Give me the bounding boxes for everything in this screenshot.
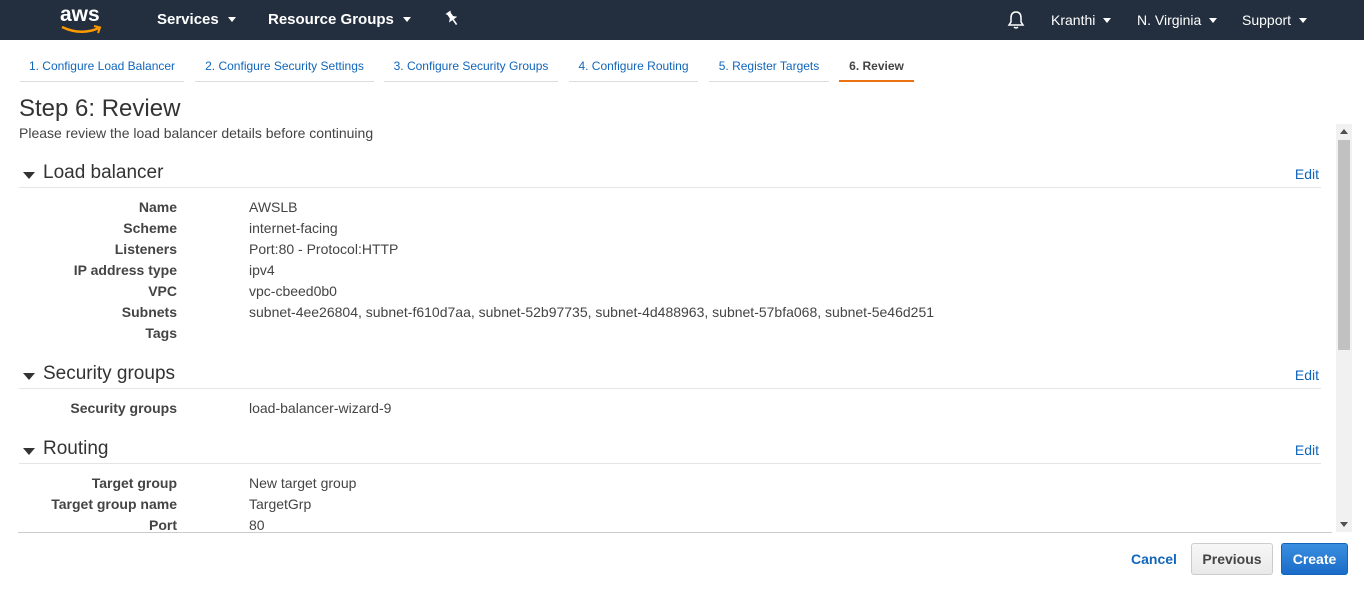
detail-key: Subnets xyxy=(121,304,177,320)
detail-key: Listeners xyxy=(114,241,177,257)
aws-smile-icon xyxy=(61,25,102,34)
services-menu[interactable]: Services xyxy=(157,11,236,28)
detail-value: Port:80 - Protocol:HTTP xyxy=(249,241,399,257)
detail-value: 80 xyxy=(249,517,265,533)
tab-configure-load-balancer[interactable]: 1. Configure Load Balancer xyxy=(20,50,184,82)
detail-key: IP address type xyxy=(73,262,177,278)
detail-row: Subnets subnet-4ee26804, subnet-f610d7aa,… xyxy=(0,304,1300,325)
aws-logo-text: aws xyxy=(60,3,100,26)
detail-key: Port xyxy=(149,517,177,533)
chevron-down-icon xyxy=(227,17,236,22)
routing-section-title: Routing xyxy=(43,438,109,459)
routing-section-header[interactable]: Routing Edit xyxy=(19,438,1321,464)
detail-row: Target group name TargetGrp xyxy=(0,496,1300,517)
previous-button[interactable]: Previous xyxy=(1191,543,1273,575)
security-groups-section-header[interactable]: Security groups Edit xyxy=(19,363,1321,389)
chevron-down-icon xyxy=(402,17,411,22)
page-title: Step 6: Review xyxy=(19,95,181,122)
resource-groups-menu[interactable]: Resource Groups xyxy=(268,11,411,28)
tab-configure-security-groups[interactable]: 3. Configure Security Groups xyxy=(384,50,558,82)
detail-row: Security groups load-balancer-wizard-9 xyxy=(0,400,1300,421)
tab-configure-routing[interactable]: 4. Configure Routing xyxy=(569,50,698,82)
tab-review[interactable]: 6. Review xyxy=(839,50,914,82)
detail-row: Scheme internet-facing xyxy=(0,220,1300,241)
services-label: Services xyxy=(157,11,219,28)
resource-groups-label: Resource Groups xyxy=(268,11,394,28)
vertical-scrollbar[interactable] xyxy=(1336,124,1352,532)
scroll-area-bottom-divider xyxy=(18,532,1332,533)
pin-icon[interactable] xyxy=(444,10,460,33)
detail-key: Scheme xyxy=(123,220,177,236)
edit-routing-link[interactable]: Edit xyxy=(1295,442,1319,458)
detail-row: Port 80 xyxy=(0,517,1300,533)
edit-load-balancer-link[interactable]: Edit xyxy=(1295,166,1319,182)
load-balancer-section-title: Load balancer xyxy=(43,162,164,183)
scroll-down-arrow-icon[interactable] xyxy=(1340,522,1348,527)
detail-key: Security groups xyxy=(70,400,177,416)
load-balancer-section-header[interactable]: Load balancer Edit xyxy=(19,162,1321,188)
detail-value: subnet-4ee26804, subnet-f610d7aa, subnet… xyxy=(249,304,935,320)
detail-key: Target group xyxy=(91,475,177,491)
collapse-triangle-icon[interactable] xyxy=(23,448,35,455)
region-menu[interactable]: N. Virginia xyxy=(1137,12,1218,28)
detail-row: Name AWSLB xyxy=(0,199,1300,220)
top-navbar: aws Services Resource Groups Kranthi N. … xyxy=(0,0,1364,40)
detail-value: TargetGrp xyxy=(249,496,312,512)
edit-security-groups-link[interactable]: Edit xyxy=(1295,367,1319,383)
review-scroll-area[interactable]: Load balancer Edit Name AWSLB Scheme inter… xyxy=(0,150,1364,533)
support-label: Support xyxy=(1242,12,1292,28)
scrollbar-thumb[interactable] xyxy=(1338,140,1350,350)
collapse-triangle-icon[interactable] xyxy=(23,373,35,380)
detail-value: New target group xyxy=(249,475,357,491)
detail-row: Listeners Port:80 - Protocol:HTTP xyxy=(0,241,1300,262)
user-name: Kranthi xyxy=(1051,12,1096,28)
support-menu[interactable]: Support xyxy=(1242,12,1308,28)
page-subtitle: Please review the load balancer details … xyxy=(19,125,374,141)
aws-logo[interactable]: aws xyxy=(60,3,104,37)
cancel-button[interactable]: Cancel xyxy=(1122,543,1186,575)
detail-value: load-balancer-wizard-9 xyxy=(249,400,392,416)
tab-configure-security-settings[interactable]: 2. Configure Security Settings xyxy=(195,50,374,82)
detail-row: IP address type ipv4 xyxy=(0,262,1300,283)
collapse-triangle-icon[interactable] xyxy=(23,172,35,179)
detail-value: ipv4 xyxy=(249,262,275,278)
security-groups-section-title: Security groups xyxy=(43,363,176,384)
tab-register-targets[interactable]: 5. Register Targets xyxy=(709,50,829,82)
chevron-down-icon xyxy=(1299,18,1308,23)
detail-row: Tags xyxy=(0,325,1300,346)
detail-key: Target group name xyxy=(51,496,177,512)
chevron-down-icon xyxy=(1103,18,1112,23)
region-name: N. Virginia xyxy=(1137,12,1202,28)
detail-value: AWSLB xyxy=(249,199,298,215)
chevron-down-icon xyxy=(1209,18,1218,23)
user-menu[interactable]: Kranthi xyxy=(1051,12,1112,28)
detail-key: Tags xyxy=(145,325,177,341)
detail-value: vpc-cbeed0b0 xyxy=(249,283,337,299)
create-button[interactable]: Create xyxy=(1281,543,1348,575)
detail-row: VPC vpc-cbeed0b0 xyxy=(0,283,1300,304)
detail-row: Target group New target group xyxy=(0,475,1300,496)
notifications-bell-icon[interactable] xyxy=(1007,10,1025,35)
detail-key: Name xyxy=(138,199,177,215)
detail-value: internet-facing xyxy=(249,220,338,236)
scroll-up-arrow-icon[interactable] xyxy=(1340,129,1348,134)
detail-key: VPC xyxy=(148,283,177,299)
